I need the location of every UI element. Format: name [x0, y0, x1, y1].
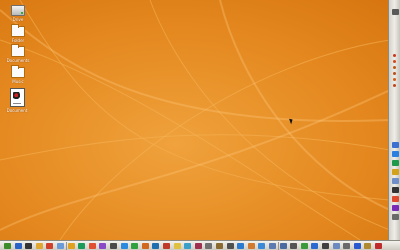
desktop-icon-label: Documents	[6, 58, 30, 63]
folder-icon	[11, 24, 25, 37]
drive-icon	[11, 5, 25, 16]
media-icon[interactable]	[46, 243, 53, 249]
office-icon[interactable]	[121, 243, 128, 249]
chat-icon[interactable]	[89, 243, 96, 249]
image-viewer-icon[interactable]	[78, 243, 85, 249]
folder-icon	[11, 44, 25, 57]
wallpaper	[0, 0, 390, 240]
document-icon	[9, 88, 25, 107]
indicator-icon[interactable]	[393, 60, 396, 63]
desktop-icon-label: Document	[6, 108, 28, 113]
archive-icon[interactable]	[216, 243, 223, 249]
folder-icon	[11, 65, 25, 78]
taskbar	[0, 240, 400, 250]
desktop[interactable]: Drive Folder Documents Music Document	[0, 0, 400, 250]
mail-icon[interactable]	[68, 243, 75, 249]
mail-icon[interactable]	[392, 178, 399, 184]
wifi-icon[interactable]	[311, 243, 318, 249]
indicator-icon[interactable]	[393, 72, 396, 75]
desktop-icon-folder-2[interactable]: Documents	[3, 44, 33, 63]
desktop-icon-label: Folder	[11, 38, 25, 43]
right-panel	[388, 0, 400, 240]
power-icon[interactable]	[392, 205, 399, 211]
printer-icon[interactable]	[227, 243, 234, 249]
desktop-icon-drive[interactable]: Drive	[3, 5, 33, 22]
calendar-icon[interactable]	[392, 196, 399, 202]
terminal-icon[interactable]	[25, 243, 32, 249]
taskbar-separator	[66, 242, 67, 250]
notes-icon[interactable]	[174, 243, 181, 249]
bluetooth-icon[interactable]	[354, 243, 361, 249]
terminal-icon[interactable]	[392, 187, 399, 193]
window-icon[interactable]	[333, 243, 340, 249]
video-icon[interactable]	[195, 243, 202, 249]
desktop-icon-document[interactable]: Document	[2, 88, 32, 113]
user-icon[interactable]	[248, 243, 255, 249]
help-icon[interactable]	[258, 243, 265, 249]
settings-icon[interactable]	[392, 214, 399, 220]
indicator-icon[interactable]	[393, 78, 396, 81]
globe-icon[interactable]	[392, 169, 399, 175]
window-icon[interactable]	[280, 243, 287, 249]
power-icon[interactable]	[375, 243, 382, 249]
music-icon[interactable]	[99, 243, 106, 249]
monitor-icon[interactable]	[392, 142, 399, 148]
settings-icon[interactable]	[205, 243, 212, 249]
folder-icon[interactable]	[36, 243, 43, 249]
start-icon[interactable]	[4, 243, 11, 249]
download-icon[interactable]	[131, 243, 138, 249]
desktop-icon-folder-1[interactable]: Folder	[3, 24, 33, 43]
window-icon[interactable]	[269, 243, 276, 249]
taskbar-separator	[278, 242, 279, 250]
battery-icon[interactable]	[301, 243, 308, 249]
network-icon[interactable]	[152, 243, 159, 249]
calendar-icon[interactable]	[163, 243, 170, 249]
audio-icon[interactable]	[392, 9, 399, 15]
desktop-icon-folder-3[interactable]: Music	[3, 65, 33, 84]
search-icon[interactable]	[237, 243, 244, 249]
chat-icon[interactable]	[392, 160, 399, 166]
desktop-icon-label: Music	[12, 79, 24, 84]
speaker-icon[interactable]	[290, 243, 297, 249]
desktop-icon-label: Drive	[12, 17, 24, 22]
photo-icon[interactable]	[184, 243, 191, 249]
indicator-icon[interactable]	[393, 84, 396, 87]
lock-icon[interactable]	[364, 243, 371, 249]
browser-icon[interactable]	[15, 243, 22, 249]
trash-icon[interactable]	[343, 243, 350, 249]
indicator-icon[interactable]	[393, 66, 396, 69]
clock-icon[interactable]	[322, 243, 329, 249]
network-icon[interactable]	[392, 151, 399, 157]
text-editor-icon[interactable]	[57, 243, 64, 249]
indicator-icon[interactable]	[393, 54, 396, 57]
game-icon[interactable]	[142, 243, 149, 249]
calculator-icon[interactable]	[110, 243, 117, 249]
